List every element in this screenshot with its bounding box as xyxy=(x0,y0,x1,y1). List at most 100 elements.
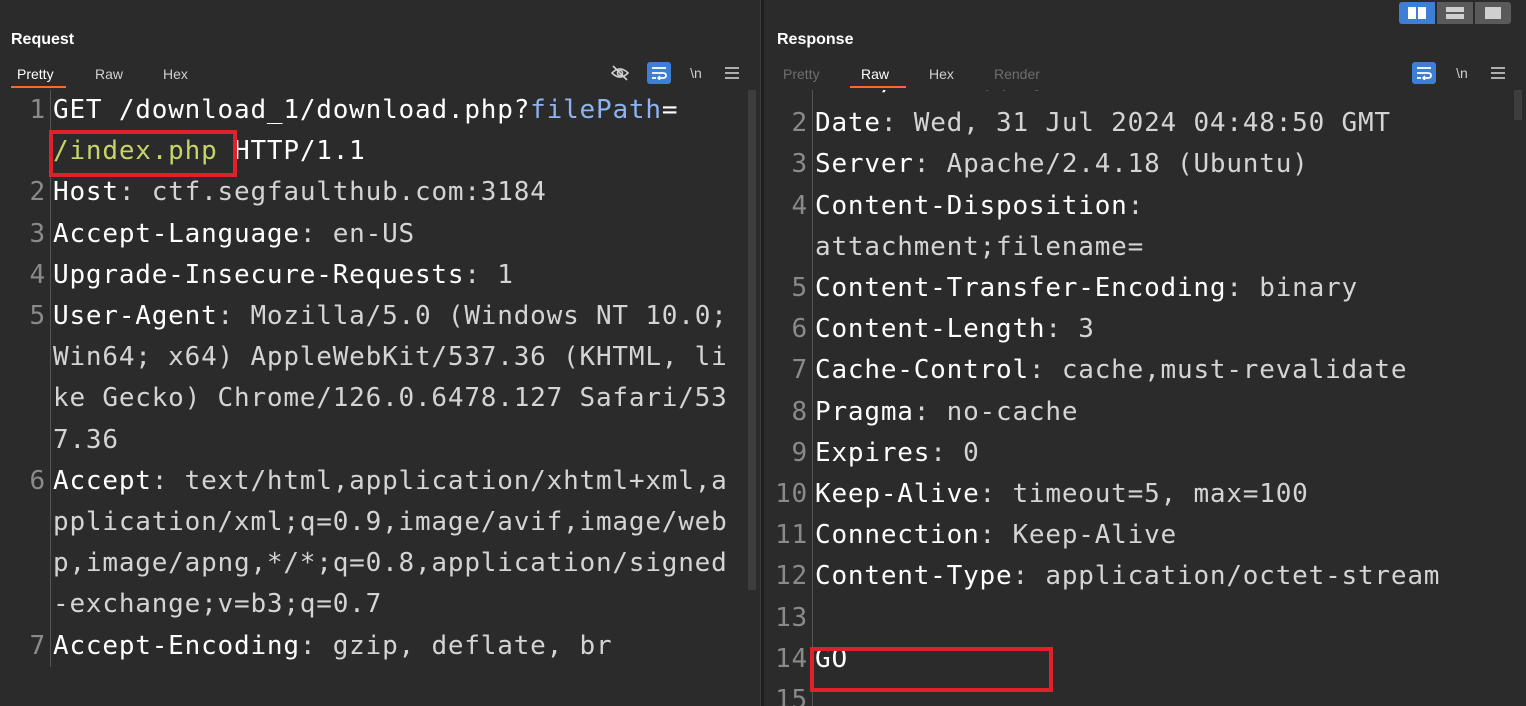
code-line: 6 Accept: text/html,application/xhtml+xm… xyxy=(0,460,744,626)
line-number: 15 xyxy=(775,685,808,706)
tab-pretty[interactable]: Pretty xyxy=(783,64,820,88)
code-line: 3 Server: Apache/2.4.18 (Ubuntu) xyxy=(764,144,1512,186)
code-line: 10 Keep-Alive: timeout=5, max=100 xyxy=(764,474,1512,516)
code-line: 7 Accept-Encoding: gzip, deflate, br xyxy=(0,625,744,667)
highlight-box-param xyxy=(49,130,237,177)
tab-raw[interactable]: Raw xyxy=(95,64,123,88)
code-line: 13 ​ xyxy=(764,597,1512,639)
tab-raw[interactable]: Raw xyxy=(850,64,906,88)
header-name: Upgrade-Insecure-Requests xyxy=(53,259,465,290)
header-value: : ctf.segfaulthub.com:3184 xyxy=(118,177,547,208)
code-line: 1 GET /download_1/download.php?filePath= xyxy=(0,90,744,132)
split-vertical-icon[interactable] xyxy=(1437,2,1473,24)
header-value: : 1 xyxy=(464,259,514,290)
header-value: : Wed, 31 Jul 2024 04:48:50 GMT xyxy=(880,108,1391,139)
header-name: Host xyxy=(53,177,119,208)
header-value: : 0 xyxy=(930,437,980,468)
status-line: HTTP/1.1 200 OK xyxy=(812,90,1512,104)
line-number: 5 xyxy=(29,301,46,332)
code-line: 2 Host: ctf.segfaulthub.com:3184 xyxy=(0,172,744,214)
newline-toggle[interactable]: \n xyxy=(686,62,706,84)
header-name: Connection xyxy=(815,520,980,551)
line-number: 9 xyxy=(791,437,808,468)
code-line: 3 Accept-Language: en-US xyxy=(0,213,744,255)
code-line: 7 Cache-Control: cache,must-revalidate xyxy=(764,350,1512,392)
tab-hex[interactable]: Hex xyxy=(163,64,188,88)
header-value: : timeout=5, max=100 xyxy=(979,479,1309,510)
code-line: 5 User-Agent: Mozilla/5.0 (Windows NT 10… xyxy=(0,296,744,461)
header-name: Accept-Language xyxy=(53,218,300,249)
blank-line: ​ xyxy=(812,597,1512,639)
line-number: 1 xyxy=(29,95,46,125)
query-equals: = xyxy=(661,95,679,125)
line-number xyxy=(0,131,50,172)
newline-toggle[interactable]: \n xyxy=(1452,62,1472,84)
header-name: Accept xyxy=(53,465,152,496)
line-number: 1 xyxy=(764,90,812,103)
hamburger-menu-icon[interactable] xyxy=(722,62,742,84)
request-scroll-thumb[interactable] xyxy=(748,90,756,590)
response-editor-viewport: 1 HTTP/1.1 200 OK 2 Date: Wed, 31 Jul 20… xyxy=(764,90,1526,706)
response-scroll-thumb[interactable] xyxy=(1514,90,1522,120)
line-number: 2 xyxy=(791,108,808,139)
header-name: Content-Length xyxy=(815,314,1046,345)
header-name: Keep-Alive xyxy=(815,479,980,510)
code-line: 6 Content-Length: 3 xyxy=(764,309,1512,351)
wrap-lines-icon[interactable] xyxy=(1412,62,1436,84)
header-name: Server xyxy=(815,149,914,180)
line-number: 8 xyxy=(791,396,808,427)
line-number: 7 xyxy=(791,355,808,386)
line-number: 6 xyxy=(791,314,808,345)
tab-render[interactable]: Render xyxy=(994,64,1040,88)
line-number: 2 xyxy=(29,177,46,208)
highlight-box-body xyxy=(810,647,1053,692)
split-horizontal-icon[interactable] xyxy=(1399,2,1435,24)
query-param-name: filePath xyxy=(530,95,662,125)
line-number: 12 xyxy=(775,561,808,592)
line-number: 5 xyxy=(791,273,808,304)
line-number: 10 xyxy=(775,479,808,510)
line-number: 6 xyxy=(29,465,46,496)
wrap-lines-icon[interactable] xyxy=(647,62,671,84)
request-panel: Request Pretty Raw Hex \n 1 GET /downloa… xyxy=(0,0,760,706)
header-name: Content-Type xyxy=(815,561,1013,592)
response-scrollbar[interactable] xyxy=(1512,90,1524,706)
hamburger-menu-icon[interactable] xyxy=(1488,62,1508,84)
tab-pretty[interactable]: Pretty xyxy=(11,64,66,88)
header-name: Content-Transfer-Encoding xyxy=(815,273,1227,304)
eye-off-icon[interactable] xyxy=(608,62,632,84)
line-number: 7 xyxy=(29,630,46,661)
single-pane-icon[interactable] xyxy=(1475,2,1511,24)
response-panel: Response Pretty Raw Hex Render \n 1 HTTP… xyxy=(764,0,1526,706)
code-line: 1 HTTP/1.1 200 OK xyxy=(764,90,1512,104)
line-number: 11 xyxy=(775,520,808,551)
code-line: 12 Content-Type: application/octet-strea… xyxy=(764,556,1512,598)
header-value: : text/html,application/xhtml+xml,applic… xyxy=(53,465,728,620)
line-number: 4 xyxy=(29,259,46,290)
response-title: Response xyxy=(777,31,854,48)
header-name: Cache-Control xyxy=(815,355,1029,386)
header-value: : cache,must-revalidate xyxy=(1028,355,1408,386)
request-scrollbar[interactable] xyxy=(746,90,758,706)
code-line: 11 Connection: Keep-Alive xyxy=(764,515,1512,557)
code-line: 4 Upgrade-Insecure-Requests: 1 xyxy=(0,254,744,297)
line-number: 13 xyxy=(775,602,808,633)
header-name: Date xyxy=(815,108,881,139)
header-value: : Keep-Alive xyxy=(979,520,1177,551)
code-line: 9 Expires: 0 xyxy=(764,432,1512,475)
http-version: HTTP/1.1 xyxy=(217,136,366,167)
code-line: 4 Content-Disposition: attachment;filena… xyxy=(764,185,1512,269)
header-name: Pragma xyxy=(815,396,914,427)
line-number: 4 xyxy=(791,190,808,221)
header-value: : Apache/2.4.18 (Ubuntu) xyxy=(913,149,1309,180)
request-path: /download_1/download.php? xyxy=(118,95,531,125)
header-value: : 3 xyxy=(1045,314,1095,345)
line-number: 14 xyxy=(775,643,808,674)
header-name: User-Agent xyxy=(53,301,218,332)
request-method: GET xyxy=(53,95,119,125)
header-name: Expires xyxy=(815,437,931,468)
header-value: : en-US xyxy=(299,218,415,249)
response-editor[interactable]: 1 HTTP/1.1 200 OK 2 Date: Wed, 31 Jul 20… xyxy=(764,90,1512,706)
request-title: Request xyxy=(11,31,75,48)
tab-hex[interactable]: Hex xyxy=(929,64,954,88)
